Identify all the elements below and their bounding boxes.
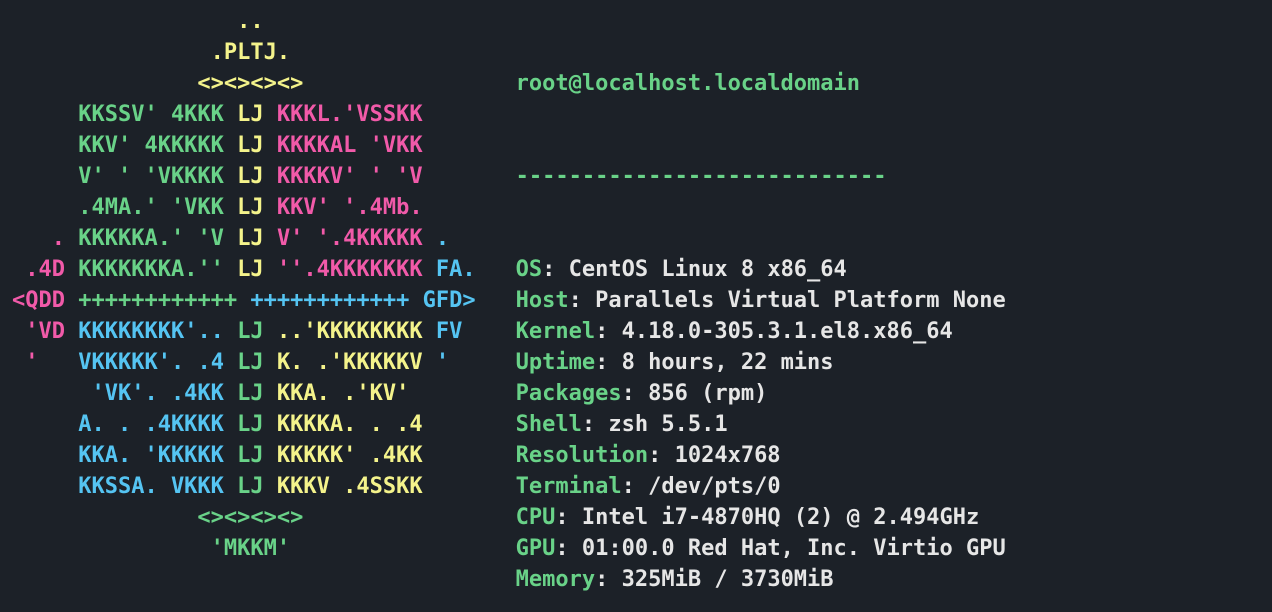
info-row: Shell: zsh 5.5.1	[516, 409, 1006, 440]
logo-line: 'MKKM'	[12, 533, 476, 564]
info-key: Memory	[516, 567, 595, 592]
info-row: Terminal: /dev/pts/0	[516, 471, 1006, 502]
logo-line: V' ' 'VKKKK LJ KKKKV' ' 'V	[12, 161, 476, 192]
logo-line: .PLTJ.	[12, 37, 476, 68]
logo-line: .4D KKKKKKKA.'' LJ ''.4KKKKKKK FA.	[12, 254, 476, 285]
logo-line: <QDD ++++++++++++ ++++++++++++ GFD>	[12, 285, 476, 316]
ascii-logo: .. .PLTJ. <><><><> KKSSV' 4KKK LJ KKKL.'…	[12, 6, 516, 612]
logo-line: .4MA.' 'VKK LJ KKV' '.4Mb.	[12, 192, 476, 223]
info-key: CPU	[516, 505, 556, 530]
user-host-line: root@localhost.localdomain	[516, 68, 1006, 99]
logo-line: KKA. 'KKKKK LJ KKKKK' .4KK	[12, 440, 476, 471]
logo-line: ' VKKKKK'. .4 LJ K. .'KKKKKV '	[12, 347, 476, 378]
logo-line: <><><><>	[12, 68, 476, 99]
system-info-panel: root@localhost.localdomain -------------…	[516, 6, 1006, 612]
info-key: Shell	[516, 412, 582, 437]
info-row: Resolution: 1024x768	[516, 440, 1006, 471]
info-key: GPU	[516, 536, 556, 561]
info-row: GPU: 01:00.0 Red Hat, Inc. Virtio GPU	[516, 533, 1006, 564]
logo-line: . KKKKKA.' 'V LJ V' '.4KKKKK .	[12, 223, 476, 254]
logo-line: 'VK'. .4KK LJ KKA. .'KV'	[12, 378, 476, 409]
info-value: zsh 5.5.1	[608, 412, 727, 437]
info-list: OS: CentOS Linux 8 x86_64Host: Parallels…	[516, 254, 1006, 595]
info-value: Parallels Virtual Platform None	[595, 288, 1006, 313]
info-value: 01:00.0 Red Hat, Inc. Virtio GPU	[582, 536, 1006, 561]
logo-line: KKV' 4KKKKK LJ KKKKAL 'VKK	[12, 130, 476, 161]
info-value: 1024x768	[675, 443, 781, 468]
info-value: Intel i7-4870HQ (2) @ 2.494GHz	[582, 505, 979, 530]
info-row: CPU: Intel i7-4870HQ (2) @ 2.494GHz	[516, 502, 1006, 533]
info-value: CentOS Linux 8 x86_64	[569, 257, 847, 282]
logo-line: <><><><>	[12, 502, 476, 533]
info-row: Packages: 856 (rpm)	[516, 378, 1006, 409]
info-key: Packages	[516, 381, 622, 406]
info-value: 4.18.0-305.3.1.el8.x86_64	[622, 319, 953, 344]
info-row: Host: Parallels Virtual Platform None	[516, 285, 1006, 316]
logo-line: KKSSV' 4KKK LJ KKKL.'VSSKK	[12, 99, 476, 130]
info-value: 8 hours, 22 mins	[622, 350, 834, 375]
info-key: Host	[516, 288, 569, 313]
info-key: Resolution	[516, 443, 648, 468]
logo-line: ..	[12, 6, 476, 37]
info-value: /dev/pts/0	[648, 474, 780, 499]
info-key: Uptime	[516, 350, 595, 375]
info-value: 856 (rpm)	[648, 381, 767, 406]
info-row: OS: CentOS Linux 8 x86_64	[516, 254, 1006, 285]
info-row: Kernel: 4.18.0-305.3.1.el8.x86_64	[516, 316, 1006, 347]
logo-line: A. . .4KKKK LJ KKKKA. . .4	[12, 409, 476, 440]
logo-line: 'VD KKKKKKKK'.. LJ ..'KKKKKKKK FV	[12, 316, 476, 347]
info-key: Terminal	[516, 474, 622, 499]
info-key: Kernel	[516, 319, 595, 344]
info-row: Memory: 325MiB / 3730MiB	[516, 564, 1006, 595]
info-value: 325MiB / 3730MiB	[622, 567, 834, 592]
logo-line: KKSSA. VKKK LJ KKKV .4SSKK	[12, 471, 476, 502]
separator: ----------------------------	[516, 161, 1006, 192]
info-row: Uptime: 8 hours, 22 mins	[516, 347, 1006, 378]
info-key: OS	[516, 257, 543, 282]
